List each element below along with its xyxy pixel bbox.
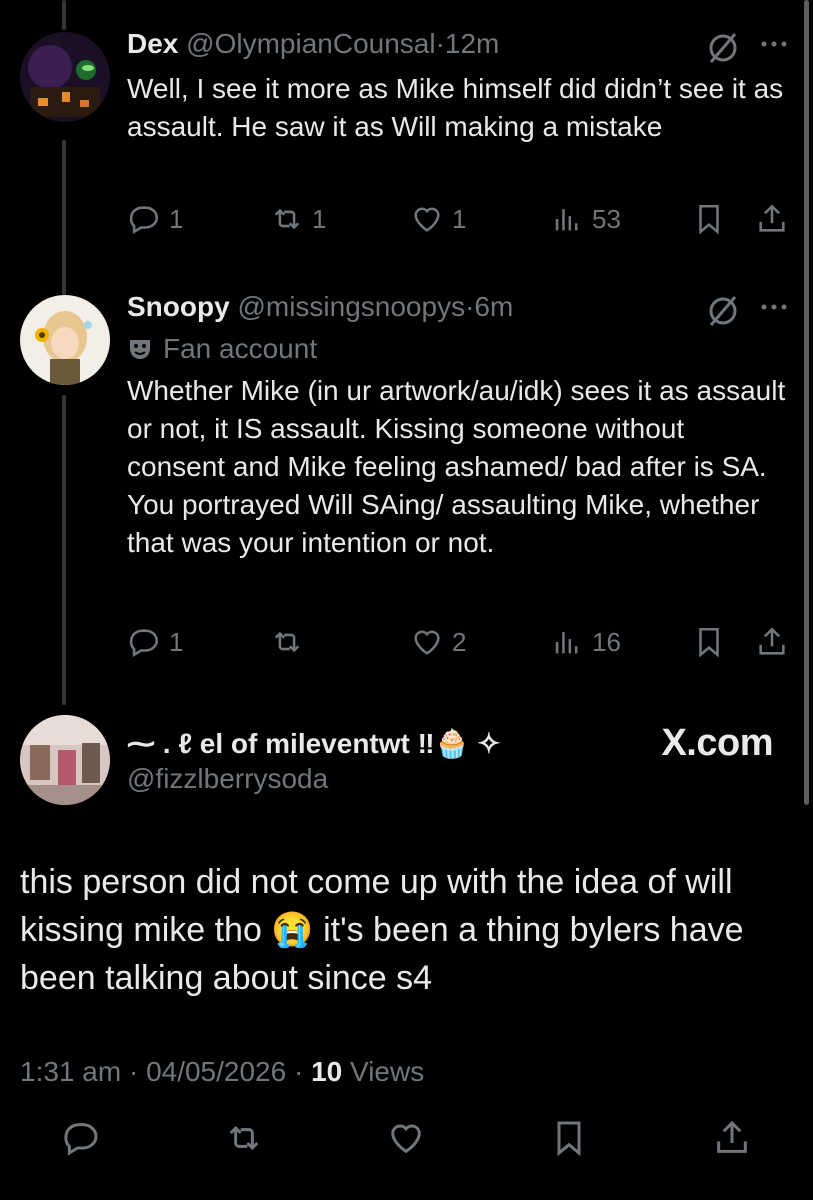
brand-watermark: X.com [661,722,773,764]
post-time[interactable]: 1:31 am [20,1056,121,1087]
theater-masks-icon [130,340,150,359]
views-icon [555,209,578,231]
post-date[interactable]: 04/05/2026 [146,1056,286,1087]
separator: · [128,1056,139,1087]
share-button[interactable] [755,625,789,659]
heart-icon [414,630,440,655]
thread-line [62,140,66,295]
reply-button[interactable]: 1 [127,625,183,659]
thread-line [62,395,66,705]
reply-icon[interactable] [61,1118,101,1158]
share-icon [759,627,785,655]
bookmark-icon [699,627,719,658]
thread-line [62,0,66,30]
share-icon[interactable] [712,1118,752,1158]
timestamp[interactable]: 6m [474,291,513,322]
views-icon [555,632,578,654]
reply-count: 1 [169,203,184,234]
views-count: 10 [311,1056,343,1087]
username[interactable]: @fizzlberrysoda [127,763,328,795]
share-button[interactable] [755,202,789,236]
repost-button[interactable]: 1 [270,202,326,236]
views-count: 16 [592,626,621,657]
tweet-header: Snoopy @missingsnoopys·6m [127,291,513,323]
fan-account-label: Fan account [127,333,317,365]
separator: · [293,1056,304,1087]
tweet-header: Dex @OlympianCounsal·12m [127,28,499,60]
badge-text: Fan account [163,333,318,364]
reply-button[interactable]: 1 [127,202,183,236]
avatar[interactable] [20,32,110,122]
avatar[interactable] [20,295,110,385]
like-button[interactable]: 1 [410,202,466,236]
display-name[interactable]: Snoopy [127,291,230,322]
repost-button[interactable] [270,625,312,659]
username[interactable]: @OlympianCounsal [186,28,435,59]
bookmark-icon [699,204,719,235]
share-icon [759,204,785,232]
scrollbar[interactable] [804,0,809,805]
views-button[interactable]: 53 [550,202,621,236]
heart-icon[interactable] [386,1118,426,1158]
heart-icon [414,207,440,232]
repost-count: 1 [312,203,327,234]
grok-icon[interactable] [705,30,741,73]
bookmark-button[interactable] [692,202,726,236]
username[interactable]: @missingsnoopys [237,291,465,322]
views-count: 53 [592,203,621,234]
tweet-text: Whether Mike (in ur artwork/au/idk) sees… [127,375,786,558]
repost-icon [274,208,300,230]
tweet-text: Well, I see it more as Mike himself did … [127,73,784,142]
display-name[interactable]: Dex [127,28,178,59]
display-name[interactable]: ⁓ . ℓ el of mileventwt ‼🧁 ✧ [127,727,501,760]
bookmark-icon[interactable] [549,1118,589,1158]
like-count: 2 [452,626,467,657]
reply-icon [129,206,158,235]
reply-count: 1 [169,626,184,657]
views-button[interactable]: 16 [550,625,621,659]
timestamp[interactable]: 12m [445,28,499,59]
more-icon[interactable] [758,28,790,67]
repost-icon [274,631,300,653]
action-bar [0,1118,813,1158]
bookmark-button[interactable] [692,625,726,659]
reply-icon [129,629,158,658]
like-count: 1 [452,203,467,234]
tweet-meta: 1:31 am · 04/05/2026 · 10 Views [20,1056,424,1088]
repost-icon[interactable] [224,1118,264,1158]
separator: · [465,291,475,322]
grok-icon[interactable] [705,293,741,336]
tweet-text: this person did not come up with the ide… [20,863,744,997]
views-label: Views [350,1056,425,1087]
like-button[interactable]: 2 [410,625,466,659]
avatar[interactable] [20,715,110,805]
more-icon[interactable] [758,291,790,330]
separator: · [435,28,445,59]
